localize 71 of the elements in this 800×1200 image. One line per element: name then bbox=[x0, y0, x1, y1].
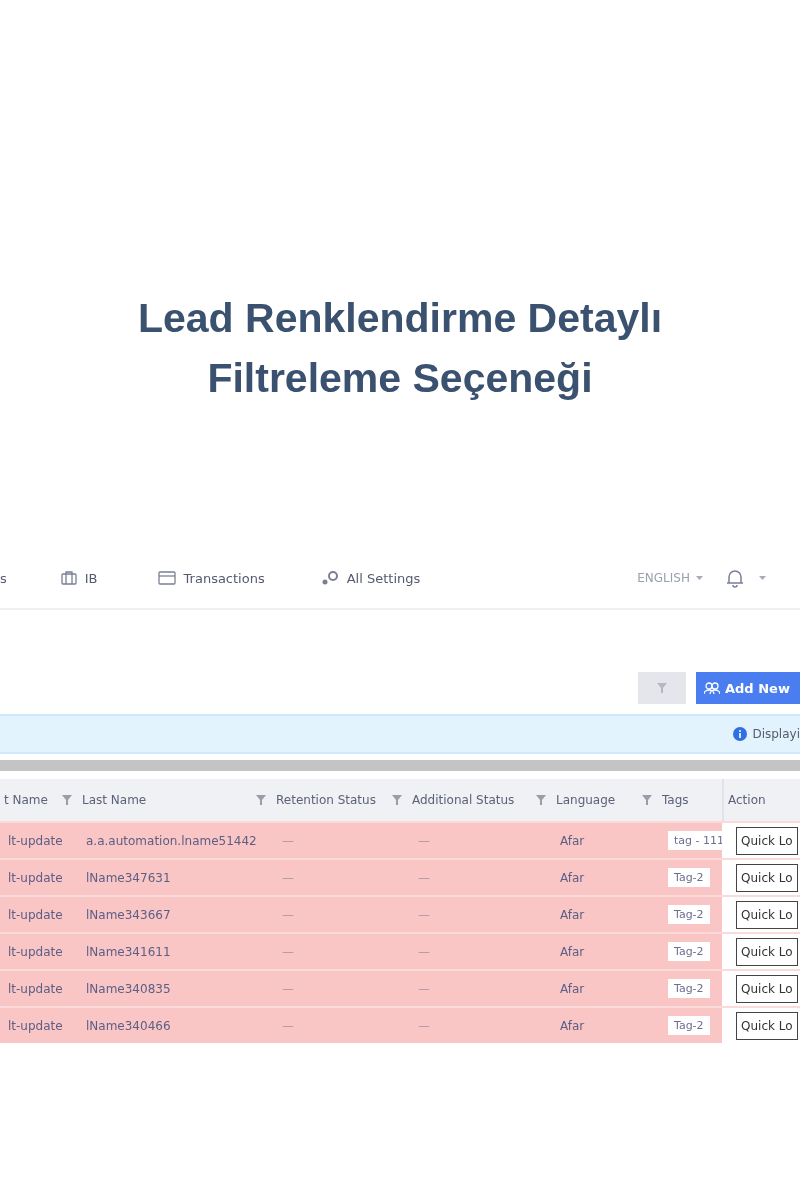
page-title: Lead Renklendirme Detaylı Filtreleme Seçeneği bbox=[136, 294, 664, 403]
tag-chip: Tag-2 bbox=[668, 942, 710, 961]
table-cell: Afar bbox=[560, 870, 585, 885]
header-text: Tags bbox=[662, 793, 689, 807]
table-cell: — bbox=[282, 1018, 294, 1033]
table-cell: lName340466 bbox=[86, 1018, 171, 1033]
table-cell: Afar bbox=[560, 833, 585, 848]
table-cell: lName341611 bbox=[86, 944, 171, 959]
quick-look-button[interactable]: Quick Lo bbox=[736, 863, 798, 892]
table-cell: Afar bbox=[560, 1018, 585, 1033]
quick-look-button[interactable]: Quick Lo bbox=[736, 826, 798, 855]
table-cell: lt-update bbox=[8, 833, 63, 848]
nav-item[interactable]: All Settings bbox=[320, 570, 421, 586]
tag-chip: Tag-2 bbox=[668, 868, 710, 887]
table-cell: Afar bbox=[560, 944, 585, 959]
table-cell: — bbox=[282, 833, 294, 848]
filter-icon bbox=[657, 683, 667, 693]
table-cell: Afar bbox=[560, 981, 585, 996]
table-cell: Afar bbox=[560, 907, 585, 922]
table-cell: — bbox=[282, 944, 294, 959]
table-cell: — bbox=[418, 907, 430, 922]
filter-icon[interactable] bbox=[536, 795, 546, 805]
filter-icon[interactable] bbox=[642, 795, 652, 805]
quick-look-button[interactable]: Quick Lo bbox=[736, 937, 798, 966]
scrollbar[interactable] bbox=[0, 760, 800, 771]
info-icon bbox=[733, 727, 748, 741]
tag-chip: Tag-2 bbox=[668, 905, 710, 924]
header-text: Language bbox=[556, 793, 616, 807]
table-cell: lt-update bbox=[8, 944, 63, 959]
banner-text: Displayi bbox=[752, 727, 800, 741]
bell-icon[interactable] bbox=[725, 568, 745, 588]
table-cell: lt-update bbox=[8, 981, 63, 996]
table-cell: — bbox=[418, 870, 430, 885]
quick-look-button[interactable]: Quick Lo bbox=[736, 974, 798, 1003]
table-cell: lName343667 bbox=[86, 907, 171, 922]
table-cell: — bbox=[282, 870, 294, 885]
tag-chip: Tag-2 bbox=[668, 1016, 710, 1035]
header-text: t Name bbox=[4, 793, 48, 807]
header-text: Retention Status bbox=[276, 793, 376, 807]
quick-look-button[interactable]: Quick Lo bbox=[736, 1011, 798, 1040]
caret-icon[interactable] bbox=[759, 576, 766, 580]
caret-icon bbox=[696, 576, 703, 580]
table-cell: lt-update bbox=[8, 870, 63, 885]
table-cell: — bbox=[418, 981, 430, 996]
table-cell: — bbox=[418, 833, 430, 848]
filter-icon[interactable] bbox=[256, 795, 266, 805]
table-cell: lt-update bbox=[8, 907, 63, 922]
add-new-button[interactable]: Add New bbox=[696, 672, 800, 704]
header-text: Additional Status bbox=[412, 793, 515, 807]
table-cell: lName340835 bbox=[86, 981, 171, 996]
table-cell: — bbox=[418, 944, 430, 959]
briefcase-icon bbox=[60, 571, 77, 585]
nav-item[interactable]: IB bbox=[60, 570, 98, 586]
table-cell: lName347631 bbox=[86, 870, 171, 885]
filter-icon[interactable] bbox=[62, 795, 72, 805]
tag-chip: Tag-2 bbox=[668, 979, 710, 998]
table-cell: a.a.automation.lname51442 bbox=[86, 833, 257, 848]
table-cell: — bbox=[282, 907, 294, 922]
users-icon bbox=[704, 681, 720, 695]
header-text: Action bbox=[728, 793, 766, 807]
nav-item[interactable]: Transactions bbox=[157, 570, 265, 586]
table-cell: — bbox=[418, 1018, 430, 1033]
filter-icon[interactable] bbox=[392, 795, 402, 805]
quick-look-button[interactable]: Quick Lo bbox=[736, 900, 798, 929]
card-icon bbox=[157, 571, 176, 585]
header-text: Last Name bbox=[82, 793, 147, 807]
nav-item[interactable]: s bbox=[0, 570, 7, 586]
filter-button[interactable] bbox=[638, 672, 686, 704]
table-cell: lt-update bbox=[8, 1018, 63, 1033]
settings-icon bbox=[320, 570, 339, 586]
table-cell: — bbox=[282, 981, 294, 996]
